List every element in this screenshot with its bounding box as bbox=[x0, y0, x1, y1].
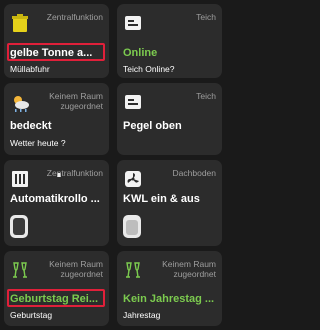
yellow-bin-icon bbox=[10, 13, 30, 33]
tile-room-label: Keinem Raum zugeordnet bbox=[49, 259, 103, 279]
tile-name: Wetter heute ? bbox=[10, 138, 66, 148]
tile-value: Kein Jahrestag ... bbox=[123, 293, 215, 305]
tile-room-label: Zentralfunktion bbox=[46, 168, 103, 178]
tile-room-label: Teich bbox=[196, 91, 216, 101]
tile-teich-online[interactable]: Teich Online Teich Online? bbox=[117, 4, 222, 78]
tile-name: Jahrestag bbox=[123, 310, 161, 320]
fan-icon bbox=[123, 169, 143, 189]
tile-name: Geburtstag bbox=[10, 310, 53, 320]
tile-value: bedeckt bbox=[10, 120, 52, 132]
tile-room-label: Keinem Raum zugeordnet bbox=[49, 91, 103, 111]
shutter-icon bbox=[10, 169, 30, 189]
tile-wetter[interactable]: Keinem Raum zugeordnet bedeckt Wetter he… bbox=[4, 83, 109, 155]
display-icon bbox=[123, 13, 143, 33]
tile-value: KWL ein & aus bbox=[123, 193, 200, 205]
champagne-icon bbox=[10, 260, 30, 280]
tile-room-label: Zentralfunktion bbox=[46, 12, 103, 22]
tile-value: gelbe Tonne a... bbox=[10, 47, 93, 59]
tile-automatikrollo[interactable]: Zentralfunktion Automatikrollo ... bbox=[4, 160, 109, 246]
tile-jahrestag[interactable]: Keinem Raum zugeordnet Kein Jahrestag ..… bbox=[117, 251, 222, 326]
tile-name: Müllabfuhr bbox=[10, 64, 50, 74]
tile-gelbe-tonne[interactable]: Zentralfunktion gelbe Tonne a... Müllabf… bbox=[4, 4, 109, 78]
toggle-switch[interactable] bbox=[10, 215, 28, 238]
tile-value: Online bbox=[123, 47, 158, 59]
tile-pegel[interactable]: Teich Pegel oben bbox=[117, 83, 222, 155]
tile-value: Pegel oben bbox=[123, 120, 182, 132]
tile-grid: Zentralfunktion gelbe Tonne a... Müllabf… bbox=[0, 0, 226, 330]
toggle-switch[interactable] bbox=[123, 215, 141, 238]
tile-value: Automatikrollo ... bbox=[10, 193, 100, 205]
tile-room-label: Teich bbox=[196, 12, 216, 22]
tile-room-label: Keinem Raum zugeordnet bbox=[162, 259, 216, 279]
display-icon bbox=[123, 92, 143, 112]
tile-value: Geburtstag Rei... bbox=[10, 293, 99, 305]
champagne-icon bbox=[123, 260, 143, 280]
tile-kwl[interactable]: Dachboden KWL ein & aus bbox=[117, 160, 222, 246]
tile-geburtstag[interactable]: Keinem Raum zugeordnet Geburtstag Rei...… bbox=[4, 251, 109, 326]
weather-icon bbox=[10, 92, 30, 112]
tile-name: Teich Online? bbox=[123, 64, 175, 74]
tile-room-label: Dachboden bbox=[172, 168, 216, 178]
